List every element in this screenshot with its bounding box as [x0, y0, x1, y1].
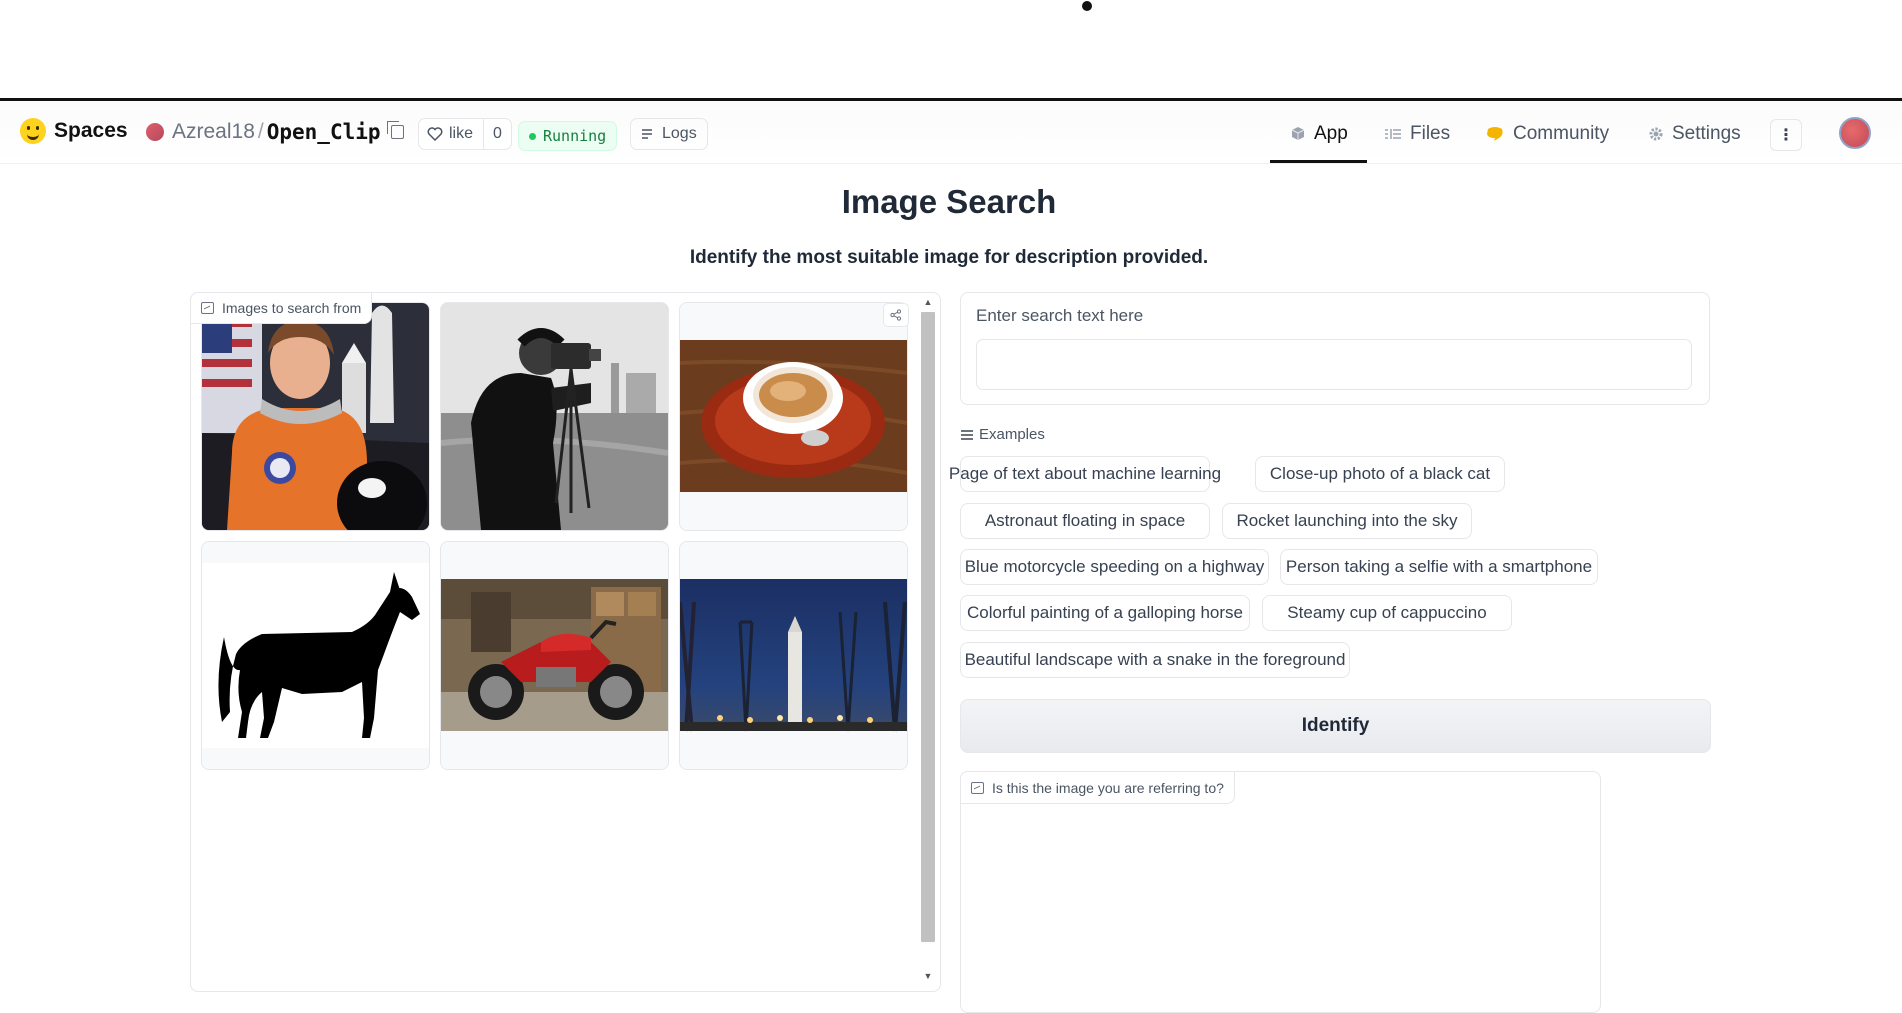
rocket-photo: [680, 542, 907, 769]
files-icon: [1385, 129, 1401, 139]
spaces-brand[interactable]: Spaces: [20, 118, 128, 144]
tab-settings-label: Settings: [1672, 123, 1741, 144]
community-icon: [1487, 127, 1503, 141]
image-icon: [201, 302, 214, 314]
owner-link[interactable]: Azreal18: [172, 120, 255, 144]
gallery-label-text: Images to search from: [222, 300, 362, 316]
tab-files[interactable]: Files: [1384, 118, 1450, 150]
tab-files-label: Files: [1410, 123, 1451, 144]
search-label: Enter search text here: [976, 306, 1144, 325]
example-chip[interactable]: Steamy cup of cappuccino: [1262, 595, 1512, 631]
gallery-thumb-coffee[interactable]: [679, 302, 908, 531]
coffee-photo: [680, 303, 907, 530]
scroll-up-arrow[interactable]: ▲: [921, 296, 935, 308]
result-label-text: Is this the image you are referring to?: [992, 779, 1224, 796]
tab-app[interactable]: App: [1290, 118, 1348, 150]
brand-label: Spaces: [54, 119, 128, 142]
search-input[interactable]: [976, 339, 1692, 390]
astronaut-photo: [202, 303, 429, 530]
horse-silhouette: [202, 542, 429, 769]
repo-breadcrumb: Azreal18 / Open_Clip: [146, 120, 404, 144]
like-button[interactable]: like 0: [418, 118, 512, 150]
breadcrumb-separator: /: [257, 120, 264, 143]
logs-button[interactable]: Logs: [630, 118, 708, 150]
example-chip[interactable]: Page of text about machine learning: [949, 456, 1221, 492]
example-chip[interactable]: Astronaut floating in space: [960, 503, 1210, 539]
share-button[interactable]: [883, 303, 909, 327]
example-chip[interactable]: Rocket launching into the sky: [1222, 503, 1472, 539]
result-image-panel: [960, 771, 1601, 1013]
status-dot-icon: [529, 132, 536, 140]
tab-app-label: App: [1314, 123, 1348, 144]
more-menu-button[interactable]: ⋮: [1770, 119, 1802, 151]
gallery-thumb-rocket[interactable]: [679, 541, 908, 770]
tab-community-label: Community: [1513, 123, 1610, 144]
tab-settings[interactable]: Settings: [1648, 118, 1741, 150]
motorcycle-photo: [441, 542, 668, 769]
logs-icon: [642, 129, 652, 139]
example-chip[interactable]: Person taking a selfie with a smartphone: [1280, 549, 1598, 585]
recording-dot: [1082, 1, 1092, 11]
repo-name-link[interactable]: Open_Clip: [267, 120, 381, 144]
gallery-label: Images to search from: [190, 292, 373, 324]
like-count: 0: [493, 125, 502, 142]
hugging-face-logo-icon: [20, 118, 46, 144]
cameraman-photo: [441, 303, 668, 530]
gallery-thumb-motorcycle[interactable]: [440, 541, 669, 770]
page-title: Image Search: [841, 183, 1057, 220]
page-subtitle: Identify the most suitable image for des…: [689, 247, 1209, 268]
tab-community[interactable]: Community: [1485, 118, 1609, 150]
examples-header: Examples: [961, 426, 1045, 443]
copy-icon[interactable]: [386, 121, 404, 139]
like-label: like: [449, 125, 474, 142]
gear-icon: [1649, 127, 1663, 141]
cube-icon: [1291, 127, 1305, 140]
scroll-down-arrow[interactable]: ▼: [921, 970, 935, 982]
status-text: Running: [543, 127, 607, 145]
logs-label: Logs: [662, 125, 697, 142]
image-icon: [971, 781, 984, 794]
identify-button[interactable]: Identify: [960, 699, 1711, 753]
examples-label: Examples: [979, 426, 1045, 443]
example-chip[interactable]: Blue motorcycle speeding on a highway: [960, 549, 1269, 585]
example-chip[interactable]: Colorful painting of a galloping horse: [960, 595, 1250, 631]
status-badge: Running: [518, 121, 618, 151]
gallery-thumb-cameraman[interactable]: [440, 302, 669, 531]
gallery-scrollbar[interactable]: [921, 312, 935, 942]
user-avatar[interactable]: [1839, 117, 1871, 149]
owner-avatar: [146, 123, 164, 141]
share-icon: [890, 309, 902, 321]
example-chip[interactable]: Close-up photo of a black cat: [1255, 456, 1505, 492]
example-chip[interactable]: Beautiful landscape with a snake in the …: [960, 642, 1350, 678]
heart-icon: [427, 127, 443, 141]
gallery-thumb-astronaut[interactable]: [201, 302, 430, 531]
gallery-thumb-horse[interactable]: [201, 541, 430, 770]
kebab-menu-icon: ⋮: [1778, 127, 1794, 144]
list-icon: [961, 429, 973, 440]
result-label: Is this the image you are referring to?: [960, 771, 1235, 804]
active-tab-indicator: [1270, 160, 1367, 163]
